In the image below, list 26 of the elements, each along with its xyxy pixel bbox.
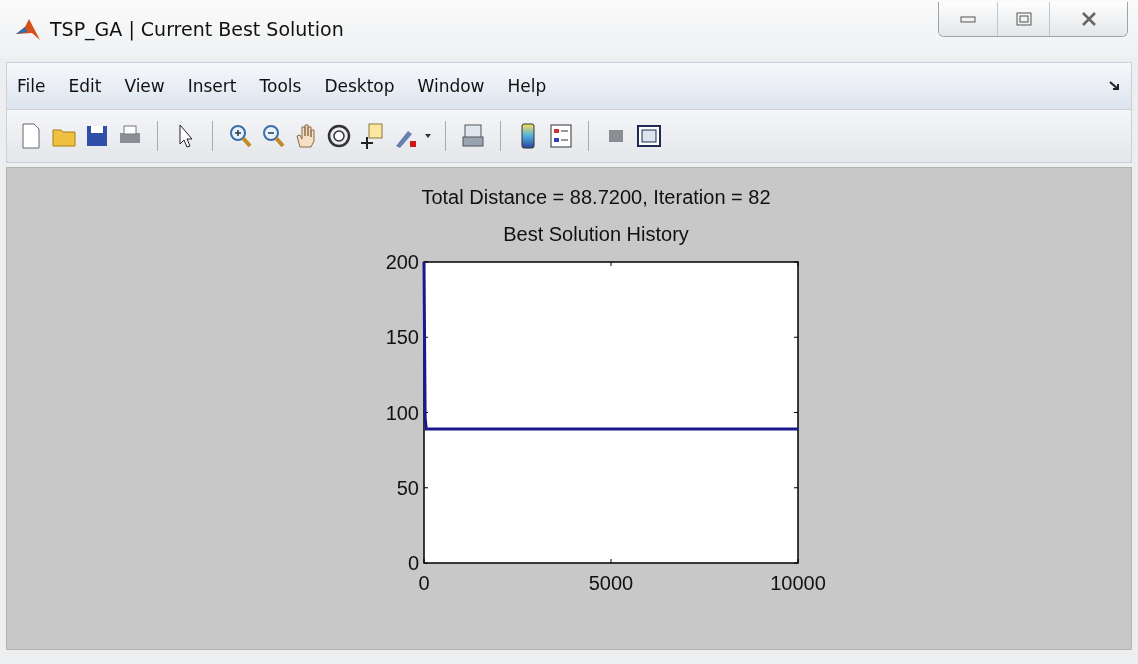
menu-item[interactable]: File <box>17 76 46 96</box>
y-tick-label: 200 <box>385 254 419 273</box>
x-tick-label: 5000 <box>588 572 634 594</box>
y-tick-label: 150 <box>385 326 419 349</box>
menu-item[interactable]: View <box>124 76 165 96</box>
data-cursor-icon[interactable] <box>358 121 386 151</box>
menu-item[interactable]: Desktop <box>324 76 395 96</box>
close-button[interactable] <box>1049 2 1127 36</box>
menu-item[interactable]: Window <box>417 76 485 96</box>
menu-item[interactable]: Help <box>507 76 547 96</box>
plot-title: Best Solution History <box>503 223 689 246</box>
x-tick-label: 10000 <box>770 572 826 594</box>
y-tick-label: 100 <box>385 401 419 424</box>
legend-icon[interactable] <box>547 121 575 151</box>
maximize-icon <box>1015 12 1032 26</box>
menu-item[interactable]: Tools <box>259 76 302 96</box>
y-tick-label: 0 <box>407 552 419 574</box>
menu-item[interactable]: Edit <box>68 76 102 96</box>
window-title: TSP_GA | Current Best Solution <box>50 18 345 40</box>
x-tick-label: 0 <box>418 572 430 594</box>
plot-heading: Total Distance = 88.7200, Iteration = 82 <box>421 186 771 209</box>
dock-arrow-icon[interactable] <box>1109 80 1121 92</box>
minimize-icon <box>960 15 976 23</box>
menu-item[interactable]: Insert <box>187 76 237 96</box>
close-icon <box>1080 12 1097 26</box>
y-tick-label: 50 <box>396 476 419 499</box>
